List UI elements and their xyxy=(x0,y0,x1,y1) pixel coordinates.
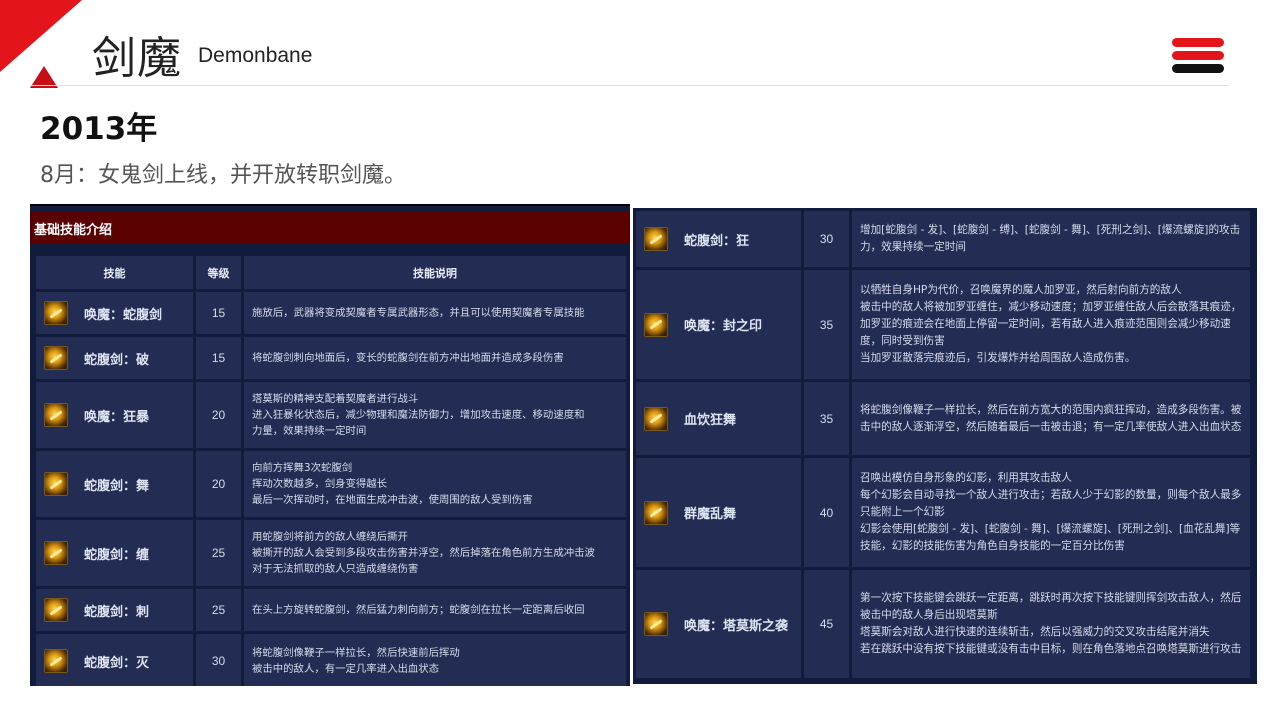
skill-table-left: 基础技能介绍 技能 等级 技能说明唤魔：蛇腹剑 15 施放后，武器将变成契魔者专属武器形… xyxy=(30,204,630,686)
skill-description: 将蛇腹剑刺向地面后，变长的蛇腹剑在前方冲出地面并造成多段伤害 xyxy=(244,337,626,379)
skill-level: 35 xyxy=(804,382,849,455)
description-line: 塔莫斯的精神支配着契魔者进行战斗 xyxy=(252,393,419,405)
skill-description: 召唤出模仿自身形象的幻影，利用其攻击敌人每个幻影会自动寻找一个敌人进行攻击；若敌… xyxy=(852,458,1250,567)
skill-cell: 蛇腹剑：刺 xyxy=(36,589,193,631)
sword-bind-icon xyxy=(44,541,68,565)
skill-description: 施放后，武器将变成契魔者专属武器形态，并且可以使用契魔者专属技能 xyxy=(244,292,626,334)
skill-cell: 唤魔：塔莫斯之袭 xyxy=(636,570,801,678)
description-line: 被撕开的敌人会受到多段攻击伤害并浮空，然后掉落在角色前方生成冲击波 xyxy=(252,547,595,559)
skill-cell: 蛇腹剑：狂 xyxy=(636,211,801,267)
sword-frenzy-icon xyxy=(644,227,668,251)
skill-name: 群魔乱舞 xyxy=(684,507,737,522)
skill-cell: 血饮狂舞 xyxy=(636,382,801,455)
skill-description: 增加[蛇腹剑 - 发]、[蛇腹剑 - 缚]、[蛇腹剑 - 舞]、[死刑之剑]、[… xyxy=(852,211,1250,267)
skill-name: 唤魔：塔莫斯之袭 xyxy=(684,618,789,634)
description-line: 塔莫斯会对敌人进行快速的连续斩击，然后以强威力的交叉攻击结尾并消失 xyxy=(860,626,1210,638)
skill-description: 以牺牲自身HP为代价，召唤魔界的魔人加罗亚，然后射向前方的敌人被击中的敌人将被加… xyxy=(852,270,1250,379)
description-line: 每个幻影会自动寻找一个敌人进行攻击；若敌人少于幻影的数量，则每个敌人最多只能附上… xyxy=(860,489,1242,518)
column-header-skill: 技能 xyxy=(36,256,193,289)
description-line: 当加罗亚散落完痕迹后，引发爆炸并给周围敌人造成伤害。 xyxy=(860,352,1136,364)
corner-decoration xyxy=(0,0,82,88)
page-subtitle: Demonbane xyxy=(198,44,313,67)
description-line: 幻影会使用[蛇腹剑 - 发]、[蛇腹剑 - 舞]、[爆流螺旋]、[死刑之剑]、[… xyxy=(860,523,1241,552)
table-caption: 基础技能介绍 xyxy=(30,212,630,243)
description-line: 召唤出模仿自身形象的幻影，利用其攻击敌人 xyxy=(860,472,1072,484)
description-line: 用蛇腹剑将前方的敌人缠绕后撕开 xyxy=(252,531,408,543)
description-line: 在头上方旋转蛇腹剑，然后猛力刺向前方；蛇腹剑在拉长一定距离后收回 xyxy=(252,604,585,616)
description-line: 施放后，武器将变成契魔者专属武器形态，并且可以使用契魔者专属技能 xyxy=(252,307,585,319)
skill-name: 蛇腹剑：缠 xyxy=(84,547,150,563)
sword-destroy-icon xyxy=(44,649,68,673)
skill-level: 15 xyxy=(196,337,241,379)
skill-name: 血饮狂舞 xyxy=(684,413,737,428)
description-line: 向前方挥舞3次蛇腹剑 xyxy=(252,462,353,474)
skill-name: 蛇腹剑：灭 xyxy=(84,655,150,671)
menu-icon[interactable] xyxy=(1172,38,1224,76)
skill-cell: 唤魔：狂暴 xyxy=(36,382,193,448)
skill-cell: 唤魔：蛇腹剑 xyxy=(36,292,193,334)
sword-pierce-icon xyxy=(44,598,68,622)
skill-level: 30 xyxy=(804,211,849,267)
section-year: 2013年 xyxy=(40,111,158,147)
skill-name: 蛇腹剑：舞 xyxy=(84,478,150,494)
skill-level: 30 xyxy=(196,634,241,686)
page-title: 剑魔 xyxy=(92,33,182,84)
skill-table-right: 蛇腹剑：狂 30 增加[蛇腹剑 - 发]、[蛇腹剑 - 缚]、[蛇腹剑 - 舞]、[… xyxy=(633,208,1257,684)
skill-cell: 蛇腹剑：灭 xyxy=(36,634,193,686)
description-line: 第一次按下技能键会跳跃一定距离，跳跃时再次按下技能键则挥剑攻击敌人，然后被击中的… xyxy=(860,592,1242,621)
skill-level: 35 xyxy=(804,270,849,379)
description-line: 被击中的敌人，有一定几率进入出血状态 xyxy=(252,663,440,675)
skill-cell: 蛇腹剑：舞 xyxy=(36,451,193,517)
skill-level: 20 xyxy=(196,382,241,448)
description-line: 被击中的敌人将被加罗亚缠住，减少移动速度；加罗亚缠住敌人后会散落其痕迹，加罗亚的… xyxy=(860,301,1242,347)
sword-dance-icon xyxy=(44,472,68,496)
skill-level: 25 xyxy=(196,520,241,586)
skill-description: 在头上方旋转蛇腹剑，然后猛力刺向前方；蛇腹剑在拉长一定距离后收回 xyxy=(244,589,626,631)
skill-cell: 蛇腹剑：缠 xyxy=(36,520,193,586)
skill-name: 唤魔：蛇腹剑 xyxy=(84,307,163,323)
skill-cell: 唤魔：封之印 xyxy=(636,270,801,379)
sword-summon-icon xyxy=(44,301,68,325)
frenzy-icon xyxy=(44,403,68,427)
skill-name: 蛇腹剑：破 xyxy=(84,352,150,368)
description-line: 增加[蛇腹剑 - 发]、[蛇腹剑 - 缚]、[蛇腹剑 - 舞]、[死刑之剑]、[… xyxy=(860,224,1241,253)
description-line: 力量，效果持续一定时间 xyxy=(252,425,367,437)
skill-description: 向前方挥舞3次蛇腹剑挥动次数越多，剑身变得越长最后一次挥动时，在地面生成冲击波，… xyxy=(244,451,626,517)
description-line: 若在跳跃中没有按下技能键或没有击中目标，则在角色落地点召唤塔莫斯进行攻击 xyxy=(860,643,1242,655)
description-line: 将蛇腹剑像鞭子一样拉长，然后快速前后挥动 xyxy=(252,647,460,659)
skill-level: 25 xyxy=(196,589,241,631)
skill-cell: 群魔乱舞 xyxy=(636,458,801,567)
skill-level: 20 xyxy=(196,451,241,517)
section-note: 8月：女鬼剑上线，并开放转职剑魔。 xyxy=(40,163,406,188)
skill-description: 塔莫斯的精神支配着契魔者进行战斗进入狂暴化状态后，减少物理和魔法防御力，增加攻击… xyxy=(244,382,626,448)
description-line: 进入狂暴化状态后，减少物理和魔法防御力，增加攻击速度、移动速度和 xyxy=(252,409,585,421)
skill-name: 唤魔：封之印 xyxy=(684,319,763,334)
description-line: 最后一次挥动时，在地面生成冲击波，使周围的敌人受到伤害 xyxy=(252,494,533,506)
skill-level: 45 xyxy=(804,570,849,678)
skill-name: 唤魔：狂暴 xyxy=(84,409,150,425)
seal-icon xyxy=(644,312,668,337)
column-header-level: 等级 xyxy=(196,256,241,289)
description-line: 将蛇腹剑刺向地面后，变长的蛇腹剑在前方冲出地面并造成多段伤害 xyxy=(252,352,564,364)
description-line: 挥动次数越多，剑身变得越长 xyxy=(252,478,388,490)
skill-description: 将蛇腹剑像鞭子一样拉长，然后在前方宽大的范围内疯狂挥动，造成多段伤害。被击中的敌… xyxy=(852,382,1250,455)
skill-name: 蛇腹剑：狂 xyxy=(684,233,750,249)
header-divider xyxy=(30,85,1228,86)
description-line: 对于无法抓取的敌人只造成缠绕伤害 xyxy=(252,563,419,575)
skill-description: 用蛇腹剑将前方的敌人缠绕后撕开被撕开的敌人会受到多段攻击伤害并浮空，然后掉落在角… xyxy=(244,520,626,586)
skill-name: 蛇腹剑：刺 xyxy=(84,604,150,620)
description-line: 以牺牲自身HP为代价，召唤魔界的魔人加罗亚，然后射向前方的敌人 xyxy=(860,284,1182,296)
skill-description: 将蛇腹剑像鞭子一样拉长，然后快速前后挥动 被击中的敌人，有一定几率进入出血状态 xyxy=(244,634,626,686)
description-line: 将蛇腹剑像鞭子一样拉长，然后在前方宽大的范围内疯狂挥动，造成多段伤害。被击中的敌… xyxy=(860,403,1242,433)
skill-description: 第一次按下技能键会跳跃一定距离，跳跃时再次按下技能键则挥剑攻击敌人，然后被击中的… xyxy=(852,570,1250,678)
skill-level: 40 xyxy=(804,458,849,567)
demon-swarm-icon xyxy=(644,500,668,525)
tamos-attack-icon xyxy=(644,612,668,636)
blood-dance-icon xyxy=(644,406,668,431)
skill-level: 15 xyxy=(196,292,241,334)
sword-break-icon xyxy=(44,346,68,370)
skill-cell: 蛇腹剑：破 xyxy=(36,337,193,379)
column-header-desc: 技能说明 xyxy=(244,256,626,289)
